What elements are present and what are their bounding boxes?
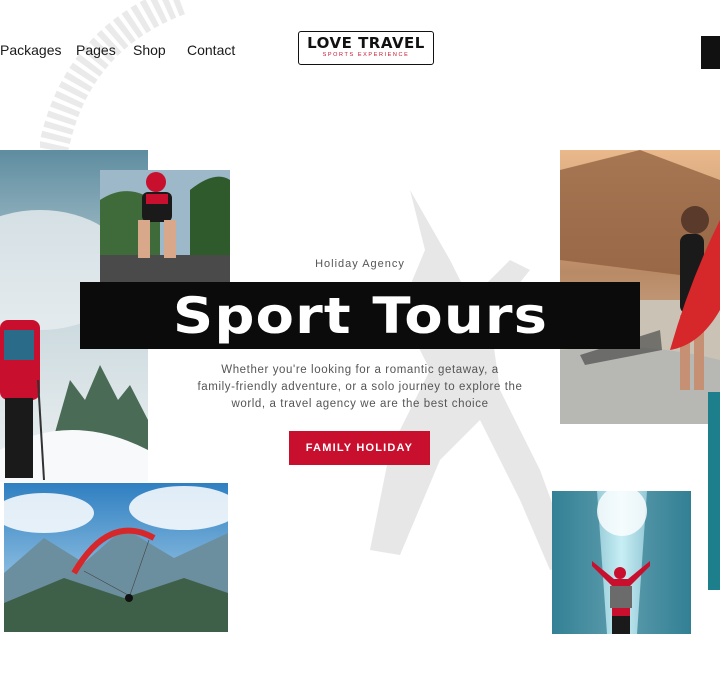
hero-title-bar: Sport Tours — [80, 282, 640, 349]
photo-ice-cave — [552, 491, 691, 634]
photo-teal-strip — [708, 392, 720, 590]
nav-item-packages[interactable]: Packages — [0, 42, 61, 58]
nav-item-pages[interactable]: Pages — [76, 42, 116, 58]
photo-road-cyclist — [100, 170, 230, 283]
nav-item-contact[interactable]: Contact — [187, 42, 235, 58]
photo-paraglider — [4, 483, 228, 632]
top-navigation: Packages Pages Shop Contact LOVE TRAVEL … — [0, 0, 720, 100]
hero-description-line: Whether you're looking for a romantic ge… — [221, 364, 499, 376]
hero-description-line: world, a travel agency we are the best c… — [231, 398, 489, 410]
hero-title: Sport Tours — [172, 286, 548, 345]
site-logo[interactable]: LOVE TRAVEL SPORTS EXPERIENCE — [298, 31, 434, 65]
nav-item-shop[interactable]: Shop — [133, 42, 166, 58]
header-action-button[interactable] — [701, 36, 720, 69]
logo-sub-text: SPORTS EXPERIENCE — [322, 52, 410, 58]
hero-eyebrow: Holiday Agency — [315, 258, 405, 270]
family-holiday-button[interactable]: FAMILY HOLIDAY — [289, 431, 430, 465]
hero-description: Whether you're looking for a romantic ge… — [170, 362, 550, 413]
hero-description-line: family-friendly adventure, or a solo jou… — [197, 381, 523, 393]
logo-main-text: LOVE TRAVEL — [307, 34, 425, 52]
